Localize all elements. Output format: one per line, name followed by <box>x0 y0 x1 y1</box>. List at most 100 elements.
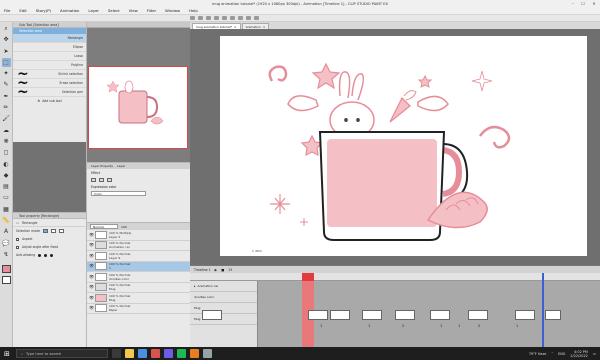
blend-tool-icon[interactable]: ◐ <box>2 160 11 169</box>
open-icon[interactable] <box>198 16 203 20</box>
fill-tool-icon[interactable]: ◆ <box>2 171 11 180</box>
menu-file[interactable]: File <box>4 8 10 13</box>
sub-color-swatch[interactable] <box>1 275 11 284</box>
subtool-item-rectangle[interactable]: Rectangle <box>13 34 86 43</box>
edge-icon[interactable] <box>138 349 147 358</box>
correct-line-tool-icon[interactable]: ↯ <box>2 250 11 259</box>
move-tool-icon[interactable]: ✥ <box>2 35 11 44</box>
airbrush-tool-icon[interactable]: ☁ <box>2 126 11 135</box>
eye-icon[interactable]: 👁 <box>89 264 94 268</box>
figure-tool-icon[interactable]: ▭ <box>2 193 11 202</box>
menu-story[interactable]: Story(P) <box>36 8 51 13</box>
aa-none-icon[interactable] <box>38 253 42 257</box>
balloon-tool-icon[interactable]: 💬 <box>2 239 11 248</box>
text-tool-icon[interactable]: A <box>2 227 11 236</box>
cel-block[interactable] <box>468 310 488 320</box>
minimize-icon[interactable]: – <box>568 0 578 7</box>
save-icon[interactable] <box>206 16 211 20</box>
cel-block[interactable] <box>308 310 328 320</box>
eye-icon[interactable]: 👁 <box>89 253 94 258</box>
spotify-icon[interactable] <box>177 349 186 358</box>
playhead-marker[interactable] <box>302 273 314 281</box>
track-row[interactable]: ▸ Animation cel <box>190 281 257 292</box>
layer-row[interactable]: 👁 100 % Normal Mug <box>87 283 190 293</box>
prop-aspect[interactable]: Aspect <box>13 235 86 243</box>
ruler-tool-icon[interactable]: 📏 <box>2 216 11 225</box>
eye-icon[interactable]: 👁 <box>89 243 94 247</box>
task-view-icon[interactable] <box>112 349 121 358</box>
canvas-area[interactable]: 1 dtim <box>190 29 600 265</box>
subtool-item-ellipse[interactable]: Ellipse <box>13 43 86 52</box>
auto-select-tool-icon[interactable]: ✦ <box>2 69 11 78</box>
close-icon[interactable]: ✕ <box>589 0 599 7</box>
decoration-tool-icon[interactable]: ❋ <box>2 137 11 146</box>
cel-block[interactable] <box>430 310 450 320</box>
opacity-value[interactable]: 100 <box>121 225 127 229</box>
selection-tool-icon[interactable]: ⬚ <box>1 57 11 67</box>
aspect-checkbox[interactable] <box>16 237 19 241</box>
invert-icon[interactable] <box>254 16 259 20</box>
play-icon[interactable]: ▶ <box>215 268 217 272</box>
menu-view[interactable]: View <box>129 8 138 13</box>
eye-icon[interactable]: 👁 <box>89 295 94 300</box>
aa-weak-icon[interactable] <box>44 253 48 257</box>
layer-row[interactable]: 👁 100 % Normal doodles color <box>87 272 190 283</box>
clip-studio-icon[interactable] <box>190 349 199 358</box>
layer-row-selected[interactable]: 👁 100 % Normal 1 <box>87 261 190 272</box>
layer-row[interactable]: 👁 100 % Normal Animation cel <box>87 241 190 251</box>
tab-layer[interactable]: Layer <box>117 164 125 168</box>
transform-icon[interactable] <box>238 16 243 20</box>
brush-tool-icon[interactable]: 🖌 <box>2 114 11 123</box>
track-row[interactable]: Mug <box>190 314 257 325</box>
tone-effect-icon[interactable] <box>99 177 104 182</box>
eye-icon[interactable]: 👁 <box>89 274 94 279</box>
eye-icon[interactable]: 👁 <box>89 232 94 237</box>
operation-tool-icon[interactable]: ➤ <box>2 47 11 56</box>
clear-icon[interactable] <box>230 16 235 20</box>
pencil-tool-icon[interactable]: ✏ <box>2 103 11 112</box>
cel-block[interactable] <box>202 310 222 320</box>
maximize-icon[interactable]: ☐ <box>578 0 588 7</box>
new-icon[interactable] <box>190 16 195 20</box>
undo-icon[interactable] <box>214 16 219 20</box>
taskbar-search[interactable]: ⌕ Type here to search <box>16 349 108 358</box>
prop-anti-aliasing[interactable]: Anti-aliasing <box>13 251 86 259</box>
cel-block[interactable] <box>545 310 561 320</box>
adjust-angle-checkbox[interactable] <box>16 245 19 249</box>
subtool-item-selection-pen[interactable]: ~ Selection pen <box>13 85 86 99</box>
menu-window[interactable]: Window <box>165 8 180 13</box>
menu-animation[interactable]: Animation <box>60 8 79 13</box>
mode-add-icon[interactable] <box>51 229 57 233</box>
frame-tool-icon[interactable]: ▦ <box>2 205 11 214</box>
eye-icon[interactable]: 👁 <box>89 285 94 289</box>
eraser-tool-icon[interactable]: ◻ <box>2 148 11 157</box>
navigator-thumbnail[interactable] <box>88 66 188 149</box>
discord-icon[interactable] <box>164 349 173 358</box>
aa-strong-icon[interactable] <box>50 253 54 257</box>
app-icon[interactable] <box>203 349 212 358</box>
redo-icon[interactable] <box>222 16 227 20</box>
gradient-tool-icon[interactable]: ▤ <box>2 182 11 191</box>
language-indicator[interactable]: ENG <box>558 352 565 356</box>
eye-icon[interactable]: 👁 <box>89 306 94 310</box>
pen-tool-icon[interactable]: ✒ <box>2 92 11 101</box>
weather-status[interactable]: 79°F Haze <box>529 352 547 356</box>
mode-subtract-icon[interactable] <box>59 229 65 233</box>
deselect-icon[interactable] <box>246 16 251 20</box>
border-effect-icon[interactable] <box>91 177 96 182</box>
tray-chevron-icon[interactable]: ˄ <box>551 352 553 356</box>
main-color-swatch[interactable] <box>1 265 11 274</box>
layer-row[interactable]: 👁 100 % Normal Mug <box>87 293 190 304</box>
menu-help[interactable]: Help <box>189 8 198 13</box>
layer-row[interactable]: 👁 100 % Normal Paper <box>87 304 190 314</box>
notification-icon[interactable]: ▭ <box>593 352 596 356</box>
eyedropper-tool-icon[interactable]: ✎ <box>2 80 11 89</box>
close-icon[interactable]: × <box>263 25 266 29</box>
expression-color-select[interactable]: Color <box>91 191 146 196</box>
subtool-item-lasso[interactable]: Lasso <box>13 52 86 61</box>
timeline-ruler[interactable] <box>190 273 600 281</box>
menu-filter[interactable]: Filter <box>147 8 156 13</box>
file-explorer-icon[interactable] <box>125 349 134 358</box>
blend-mode-select[interactable]: Normal <box>90 224 118 229</box>
close-icon[interactable]: × <box>234 25 237 29</box>
